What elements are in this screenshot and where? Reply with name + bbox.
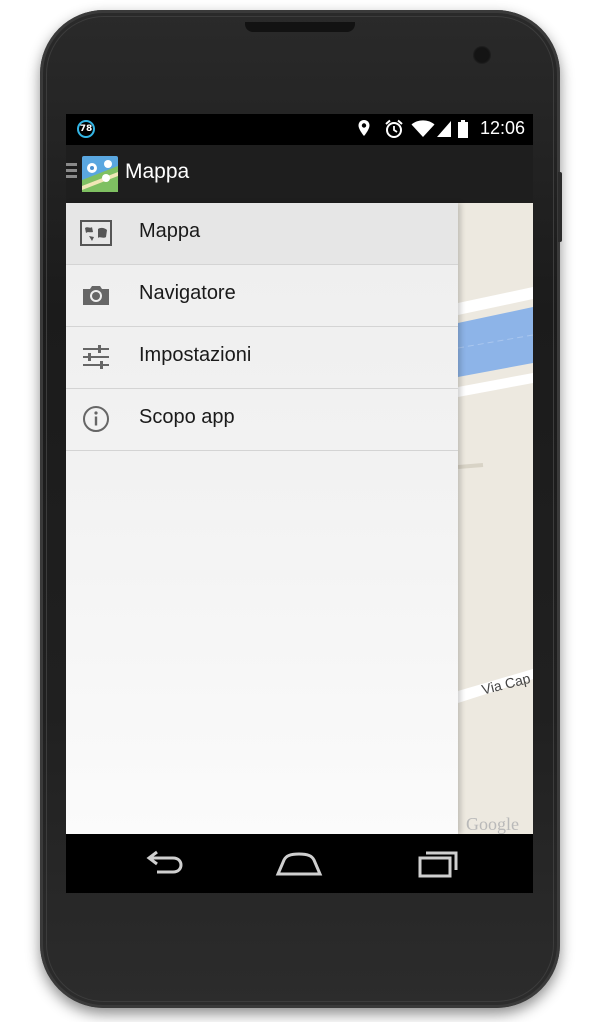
system-nav-bar (66, 834, 533, 893)
camera-icon (83, 286, 109, 305)
action-bar[interactable]: Mappa (66, 145, 533, 203)
drawer-item-scopo-app[interactable]: Scopo app (66, 389, 458, 451)
screen: 78 12:06 Mappa Via Cap Google Mappa Navi… (66, 114, 533, 893)
map-app-icon[interactable] (82, 156, 118, 192)
map-roads (458, 287, 533, 703)
status-bar: 78 12:06 (66, 114, 533, 145)
status-clock: 12:06 (479, 118, 525, 138)
recent-apps-icon[interactable] (412, 846, 462, 882)
sliders-icon (83, 345, 109, 369)
notification-badge: 78 (77, 120, 95, 138)
drawer-item-label: Navigatore (139, 282, 236, 304)
drawer-item-mappa[interactable]: Mappa (66, 203, 458, 265)
drawer-indicator-icon[interactable] (66, 163, 78, 183)
back-icon[interactable] (139, 846, 189, 882)
front-camera (473, 46, 491, 64)
map-attribution: Google (466, 814, 519, 834)
drawer-item-label: Scopo app (139, 406, 235, 428)
home-icon[interactable] (274, 846, 324, 882)
drawer-item-label: Mappa (139, 220, 201, 242)
info-icon (83, 406, 109, 432)
drawer-item-impostazioni[interactable]: Impostazioni (66, 327, 458, 389)
alarm-icon (385, 119, 403, 138)
map-view[interactable]: D (458, 203, 533, 834)
power-button (558, 172, 562, 242)
battery-icon (458, 120, 468, 138)
wifi-icon (411, 120, 435, 137)
signal-icon (437, 121, 451, 137)
drawer-item-navigatore[interactable]: Navigatore (66, 265, 458, 327)
location-icon (358, 120, 370, 136)
map-icon (80, 220, 112, 246)
earpiece-speaker (245, 22, 355, 32)
page-title: Mappa (125, 160, 190, 183)
navigation-drawer: Mappa Navigatore Impostazioni Scopo app (66, 203, 458, 834)
drawer-item-label: Impostazioni (139, 344, 252, 366)
